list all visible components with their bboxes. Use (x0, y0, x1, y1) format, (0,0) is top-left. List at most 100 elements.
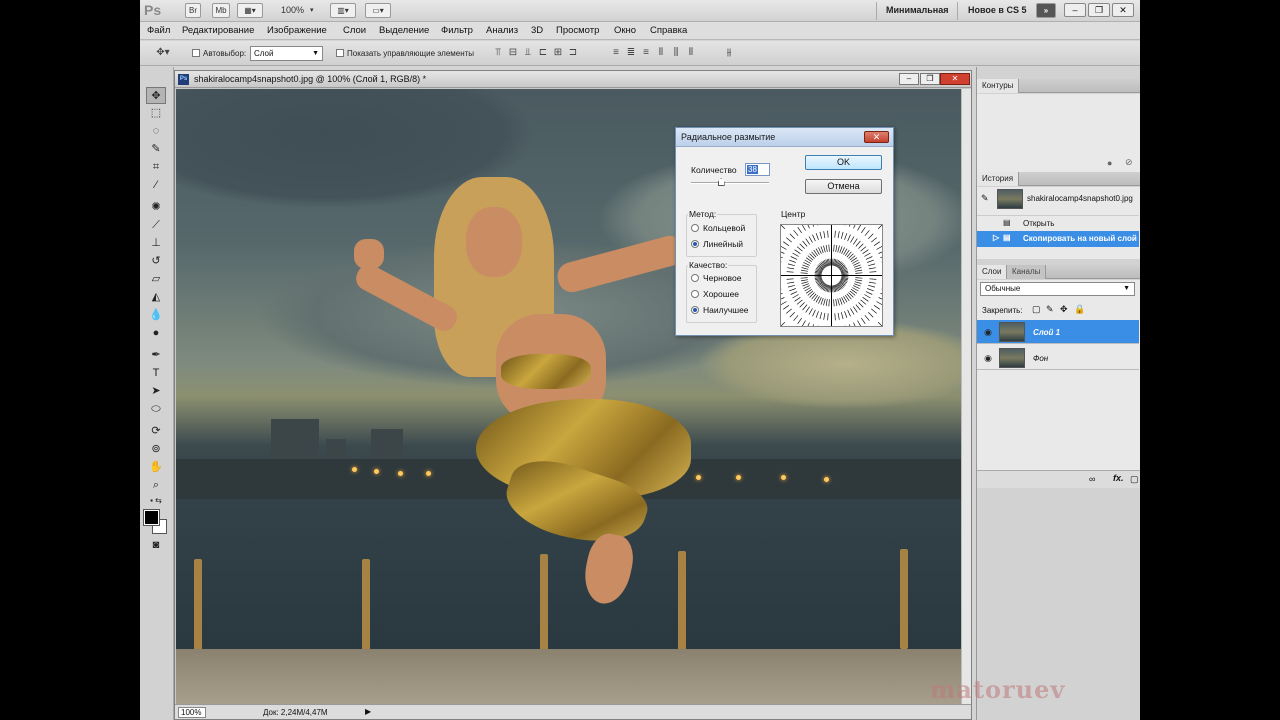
marquee-tool-icon[interactable]: ⬚ (146, 105, 166, 122)
blur-tool-icon[interactable]: 💧 (146, 307, 166, 324)
align-top-icon[interactable]: ⫪ (492, 47, 504, 59)
link-layers-icon[interactable]: ∞ (1089, 474, 1095, 484)
layer-name[interactable]: Слой 1 (1033, 328, 1060, 337)
doc-maximize-icon[interactable]: ❐ (920, 73, 940, 85)
type-tool-icon[interactable]: T (146, 365, 166, 382)
lock-position-icon[interactable]: ✥ (1060, 304, 1068, 315)
snapshot-thumbnail[interactable] (997, 189, 1023, 209)
menu-view[interactable]: Просмотр (556, 25, 599, 36)
eraser-tool-icon[interactable]: ▱ (146, 271, 166, 288)
align-vcenter-icon[interactable]: ⊟ (507, 47, 519, 59)
align-left-icon[interactable]: ⊏ (537, 47, 549, 59)
distribute-vcenter-icon[interactable]: ≣ (625, 47, 637, 59)
distribute-top-icon[interactable]: ≡ (610, 47, 622, 59)
path-select-tool-icon[interactable]: ➤ (146, 383, 166, 400)
menu-help[interactable]: Справка (650, 25, 687, 36)
layer-name[interactable]: Фон (1033, 354, 1048, 363)
menu-layers[interactable]: Слои (343, 25, 366, 36)
quality-option-label[interactable]: Черновое (703, 273, 741, 283)
history-brush-tool-icon[interactable]: ↺ (146, 253, 166, 270)
eyedropper-tool-icon[interactable]: ⁄ (146, 177, 166, 194)
menu-edit[interactable]: Редактирование (182, 25, 254, 36)
layer-mask-icon[interactable]: ▢ (1130, 474, 1139, 485)
hand-tool-icon[interactable]: ✋ (146, 459, 166, 476)
menu-image[interactable]: Изображение (267, 25, 327, 36)
lasso-tool-icon[interactable]: ◌ (146, 123, 166, 140)
load-path-icon[interactable]: ● (1107, 158, 1112, 168)
tab-channels[interactable]: Каналы (1007, 265, 1047, 279)
cancel-button[interactable]: Отмена (805, 179, 882, 194)
tab-layers[interactable]: Слои (977, 265, 1008, 279)
foreground-color-swatch[interactable] (143, 509, 160, 526)
lock-all-icon[interactable]: 🔒 (1074, 304, 1085, 315)
clone-stamp-tool-icon[interactable]: ⊥ (146, 235, 166, 252)
auto-align-icon[interactable]: ⫵ (723, 47, 735, 59)
healing-brush-tool-icon[interactable]: ✺ (146, 199, 166, 216)
paint-bucket-tool-icon[interactable]: ◭ (146, 289, 166, 306)
history-item-copy-layer[interactable]: ▷ ▤ Скопировать на новый слой (977, 231, 1139, 247)
blur-center-preview[interactable] (758, 202, 905, 349)
eye-icon[interactable]: ◉ (982, 352, 994, 364)
doc-close-icon[interactable]: ✕ (940, 73, 970, 85)
align-bottom-icon[interactable]: ⫫ (522, 47, 534, 59)
method-radio-linear[interactable] (691, 240, 699, 248)
move-tool-icon[interactable]: ✥ (146, 87, 166, 104)
vertical-scrollbar[interactable] (961, 89, 971, 704)
close-icon[interactable]: ✕ (1112, 3, 1134, 17)
menu-analysis[interactable]: Анализ (486, 25, 518, 36)
layer-row[interactable]: ◉ Фон (977, 346, 1139, 370)
tab-history[interactable]: История (977, 172, 1020, 186)
restore-icon[interactable]: ❐ (1088, 3, 1110, 17)
status-zoom-field[interactable]: 100% (178, 707, 206, 718)
method-option-label[interactable]: Кольцевой (703, 223, 745, 233)
doc-minimize-icon[interactable]: – (899, 73, 919, 85)
menu-filter[interactable]: Фильтр (441, 25, 473, 36)
layer-row[interactable]: ◉ Слой 1 (977, 320, 1139, 344)
autoselect-checkbox[interactable] (192, 49, 200, 57)
align-hcenter-icon[interactable]: ⊞ (552, 47, 564, 59)
menu-file[interactable]: Файл (147, 25, 170, 36)
quality-radio-good[interactable] (691, 290, 699, 298)
quick-mask-icon[interactable]: ◙ (146, 537, 166, 554)
tab-paths[interactable]: Контуры (977, 79, 1020, 93)
history-brush-source-icon[interactable]: ✎ (981, 193, 989, 204)
more-workspaces-button[interactable]: » (1036, 3, 1056, 18)
lock-transparency-icon[interactable]: ▢ (1032, 304, 1041, 315)
workspace-new-cs5[interactable]: Новое в CS 5 (968, 5, 1026, 15)
3d-rotate-tool-icon[interactable]: ⟳ (146, 423, 166, 440)
distribute-left-icon[interactable]: ⦀ (655, 47, 667, 59)
zoom-tool-icon[interactable]: ⌕ (146, 477, 166, 494)
dodge-tool-icon[interactable]: ● (146, 325, 166, 342)
3d-orbit-tool-icon[interactable]: ⊚ (146, 441, 166, 458)
pen-tool-icon[interactable]: ✒ (146, 347, 166, 364)
distribute-bottom-icon[interactable]: ≡ (640, 47, 652, 59)
history-item-open[interactable]: ▤ Открыть (977, 215, 1139, 231)
menu-window[interactable]: Окно (614, 25, 636, 36)
eye-icon[interactable]: ◉ (982, 326, 994, 338)
zoom-level[interactable]: 100% (281, 5, 304, 15)
extras-dropdown[interactable]: ▦▾ (237, 3, 263, 18)
quality-radio-draft[interactable] (691, 274, 699, 282)
distribute-hcenter-icon[interactable]: ⫼ (670, 47, 682, 59)
dialog-close-icon[interactable]: ✕ (864, 131, 889, 143)
history-snapshot[interactable]: shakiralocamp4snapshot0.jpg (1027, 194, 1137, 203)
amount-input[interactable]: 38 (745, 163, 770, 176)
layer-style-button[interactable]: fx. (1113, 473, 1124, 483)
quality-option-label[interactable]: Хорошее (703, 289, 739, 299)
screen-mode-dropdown[interactable]: ▭▾ (365, 3, 391, 18)
workspace-minimal[interactable]: Минимальная (886, 5, 949, 15)
minibridge-button[interactable]: Mb (212, 3, 230, 18)
amount-slider-thumb[interactable] (717, 178, 725, 186)
autoselect-dropdown[interactable]: Слой ▼ (250, 46, 323, 61)
crop-tool-icon[interactable]: ⌗ (146, 159, 166, 176)
blend-mode-dropdown[interactable]: Обычные ▼ (980, 282, 1135, 296)
menu-3d[interactable]: 3D (531, 25, 543, 36)
quality-radio-best[interactable] (691, 306, 699, 314)
minimize-icon[interactable]: – (1064, 3, 1086, 17)
align-right-icon[interactable]: ⊐ (567, 47, 579, 59)
distribute-right-icon[interactable]: ⦀ (685, 47, 697, 59)
quick-select-tool-icon[interactable]: ✎ (146, 141, 166, 158)
amount-slider-track[interactable] (691, 182, 769, 184)
method-option-label[interactable]: Линейный (703, 239, 743, 249)
arrange-docs-dropdown[interactable]: ▥▾ (330, 3, 356, 18)
